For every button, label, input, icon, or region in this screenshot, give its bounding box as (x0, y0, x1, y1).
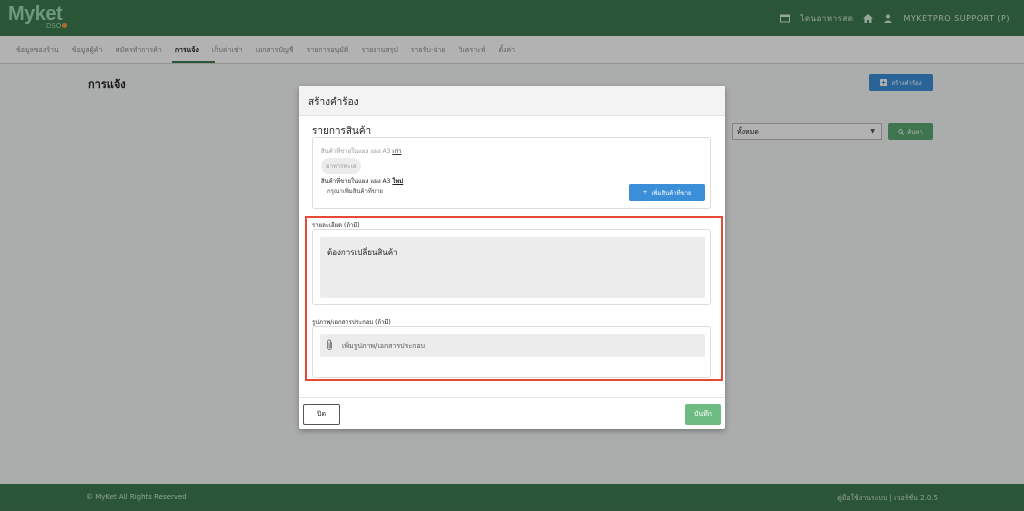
modal-divider (299, 397, 725, 398)
detail-box: ต้องการเปลี่ยนสินค้า (312, 229, 711, 305)
add-product-button[interactable]: + เพิ่มสินค้าที่ขาย (629, 184, 705, 201)
save-button[interactable]: บันทึก (685, 404, 721, 425)
new-products-line: สินค้าที่ขายในแผง แผง A3 ใหม่ (321, 176, 403, 186)
add-product-hint: กรุณาเพิ่มสินค้าที่ขาย (327, 188, 383, 195)
modal-header: สร้างคำร้อง (299, 86, 725, 116)
attachment-box: เพิ่มรูปภาพ/เอกสารประกอบ (312, 326, 711, 378)
product-chip: อาหารทะเล (321, 158, 362, 174)
old-products-line: สินค้าที่ขายในแผง แผง A3 เก่า (321, 146, 401, 156)
attachment-upload[interactable]: เพิ่มรูปภาพ/เอกสารประกอบ (320, 334, 705, 357)
new-tag: ใหม่ (392, 178, 404, 185)
attachment-placeholder: เพิ่มรูปภาพ/เอกสารประกอบ (342, 342, 425, 350)
create-request-modal: สร้างคำร้อง รายการสินค้า สินค้าที่ขายในแ… (299, 86, 725, 429)
paperclip-icon (327, 339, 332, 350)
product-list-box: สินค้าที่ขายในแผง แผง A3 เก่า อาหารทะเล … (312, 137, 711, 209)
old-tag: เก่า (392, 148, 402, 155)
plus-icon: + (642, 189, 648, 196)
modal-title: สร้างคำร้อง (308, 97, 359, 108)
old-products-text: สินค้าที่ขายในแผง แผง A3 (321, 148, 391, 155)
new-products-text: สินค้าที่ขายในแผง แผง A3 (321, 178, 391, 185)
add-product-label: เพิ่มสินค้าที่ขาย (651, 189, 692, 197)
close-button[interactable]: ปิด (303, 404, 340, 425)
detail-textarea[interactable]: ต้องการเปลี่ยนสินค้า (320, 237, 705, 298)
